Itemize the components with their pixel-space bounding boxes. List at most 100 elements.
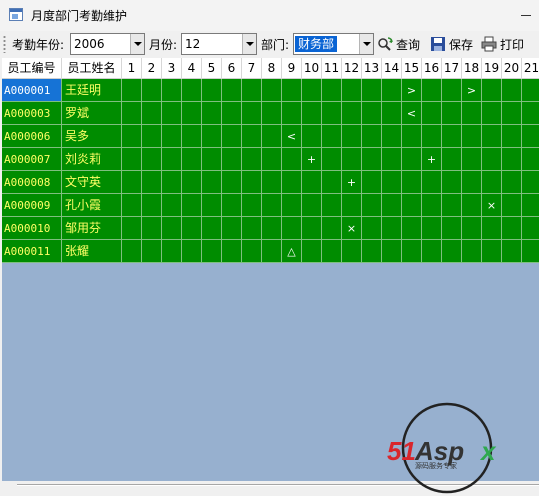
- attendance-day-cell[interactable]: [462, 240, 482, 263]
- attendance-day-cell[interactable]: [322, 171, 342, 194]
- attendance-day-cell[interactable]: [142, 102, 162, 125]
- attendance-day-cell[interactable]: [302, 102, 322, 125]
- attendance-day-cell[interactable]: [262, 102, 282, 125]
- attendance-day-cell[interactable]: [142, 240, 162, 263]
- attendance-day-cell[interactable]: [182, 171, 202, 194]
- attendance-day-cell[interactable]: [362, 240, 382, 263]
- employee-code-cell[interactable]: A000001: [2, 79, 62, 102]
- attendance-day-cell[interactable]: [142, 148, 162, 171]
- attendance-day-cell[interactable]: [522, 217, 539, 240]
- query-button[interactable]: 查询: [377, 34, 423, 54]
- attendance-day-cell[interactable]: [122, 194, 142, 217]
- attendance-day-cell[interactable]: [142, 79, 162, 102]
- attendance-day-cell[interactable]: [202, 125, 222, 148]
- employee-code-cell[interactable]: A000009: [2, 194, 62, 217]
- attendance-day-cell[interactable]: [182, 102, 202, 125]
- table-row[interactable]: A000003 罗斌 <: [2, 102, 539, 125]
- column-header-day[interactable]: 4: [182, 58, 202, 79]
- column-header-day[interactable]: 9: [282, 58, 302, 79]
- attendance-day-cell[interactable]: [282, 102, 302, 125]
- attendance-day-cell[interactable]: +: [342, 171, 362, 194]
- attendance-day-cell[interactable]: [182, 217, 202, 240]
- attendance-day-cell[interactable]: [522, 102, 539, 125]
- attendance-day-cell[interactable]: [342, 194, 362, 217]
- attendance-day-cell[interactable]: [262, 217, 282, 240]
- attendance-day-cell[interactable]: [242, 102, 262, 125]
- attendance-day-cell[interactable]: [502, 240, 522, 263]
- attendance-day-cell[interactable]: [362, 194, 382, 217]
- attendance-day-cell[interactable]: [382, 125, 402, 148]
- table-row[interactable]: A000011 张耀 △: [2, 240, 539, 263]
- attendance-day-cell[interactable]: [362, 125, 382, 148]
- attendance-day-cell[interactable]: [402, 148, 422, 171]
- column-header-day[interactable]: 13: [362, 58, 382, 79]
- attendance-day-cell[interactable]: [422, 240, 442, 263]
- attendance-day-cell[interactable]: [282, 171, 302, 194]
- column-header-day[interactable]: 14: [382, 58, 402, 79]
- column-header-day[interactable]: 5: [202, 58, 222, 79]
- attendance-day-cell[interactable]: [462, 217, 482, 240]
- attendance-day-cell[interactable]: [522, 194, 539, 217]
- save-button[interactable]: 保存: [430, 34, 476, 54]
- attendance-day-cell[interactable]: [202, 148, 222, 171]
- attendance-day-cell[interactable]: [322, 125, 342, 148]
- attendance-day-cell[interactable]: [142, 194, 162, 217]
- attendance-day-cell[interactable]: [342, 102, 362, 125]
- attendance-day-cell[interactable]: [422, 171, 442, 194]
- attendance-day-cell[interactable]: [442, 194, 462, 217]
- table-row[interactable]: A000009 孔小霞 ×: [2, 194, 539, 217]
- attendance-day-cell[interactable]: [442, 217, 462, 240]
- attendance-day-cell[interactable]: [282, 79, 302, 102]
- column-header-day[interactable]: 18: [462, 58, 482, 79]
- attendance-day-cell[interactable]: [342, 125, 362, 148]
- column-header-day[interactable]: 16: [422, 58, 442, 79]
- attendance-day-cell[interactable]: [522, 148, 539, 171]
- attendance-day-cell[interactable]: [262, 125, 282, 148]
- attendance-day-cell[interactable]: [162, 102, 182, 125]
- attendance-day-cell[interactable]: [202, 102, 222, 125]
- attendance-day-cell[interactable]: [462, 148, 482, 171]
- attendance-day-cell[interactable]: [502, 148, 522, 171]
- attendance-day-cell[interactable]: [122, 240, 142, 263]
- attendance-day-cell[interactable]: [342, 148, 362, 171]
- attendance-day-cell[interactable]: [462, 102, 482, 125]
- attendance-day-cell[interactable]: [362, 217, 382, 240]
- attendance-day-cell[interactable]: >: [402, 79, 422, 102]
- attendance-day-cell[interactable]: +: [422, 148, 442, 171]
- column-header-name[interactable]: 员工姓名: [62, 58, 122, 79]
- attendance-day-cell[interactable]: [482, 102, 502, 125]
- attendance-day-cell[interactable]: [302, 240, 322, 263]
- attendance-day-cell[interactable]: [262, 240, 282, 263]
- attendance-day-cell[interactable]: [162, 171, 182, 194]
- attendance-day-cell[interactable]: [362, 171, 382, 194]
- attendance-day-cell[interactable]: [522, 79, 539, 102]
- minimize-icon[interactable]: [521, 15, 531, 16]
- attendance-day-cell[interactable]: [122, 217, 142, 240]
- attendance-day-cell[interactable]: [382, 79, 402, 102]
- attendance-day-cell[interactable]: [262, 79, 282, 102]
- attendance-day-cell[interactable]: [362, 102, 382, 125]
- attendance-day-cell[interactable]: [422, 194, 442, 217]
- year-select[interactable]: 2006: [70, 33, 145, 55]
- attendance-day-cell[interactable]: [522, 240, 539, 263]
- column-header-day[interactable]: 2: [142, 58, 162, 79]
- attendance-day-cell[interactable]: [202, 79, 222, 102]
- attendance-day-cell[interactable]: [322, 102, 342, 125]
- attendance-day-cell[interactable]: [222, 125, 242, 148]
- attendance-day-cell[interactable]: [282, 148, 302, 171]
- attendance-day-cell[interactable]: [242, 217, 262, 240]
- attendance-day-cell[interactable]: [182, 194, 202, 217]
- chevron-down-icon[interactable]: [130, 34, 144, 54]
- attendance-day-cell[interactable]: [442, 171, 462, 194]
- employee-code-cell[interactable]: A000006: [2, 125, 62, 148]
- attendance-day-cell[interactable]: [442, 125, 462, 148]
- table-row[interactable]: A000010 邹用芬 ×: [2, 217, 539, 240]
- attendance-day-cell[interactable]: [502, 125, 522, 148]
- attendance-day-cell[interactable]: [262, 148, 282, 171]
- attendance-day-cell[interactable]: [242, 171, 262, 194]
- attendance-day-cell[interactable]: [382, 217, 402, 240]
- attendance-day-cell[interactable]: [342, 240, 362, 263]
- column-header-day[interactable]: 10: [302, 58, 322, 79]
- attendance-day-cell[interactable]: [122, 79, 142, 102]
- attendance-day-cell[interactable]: [142, 217, 162, 240]
